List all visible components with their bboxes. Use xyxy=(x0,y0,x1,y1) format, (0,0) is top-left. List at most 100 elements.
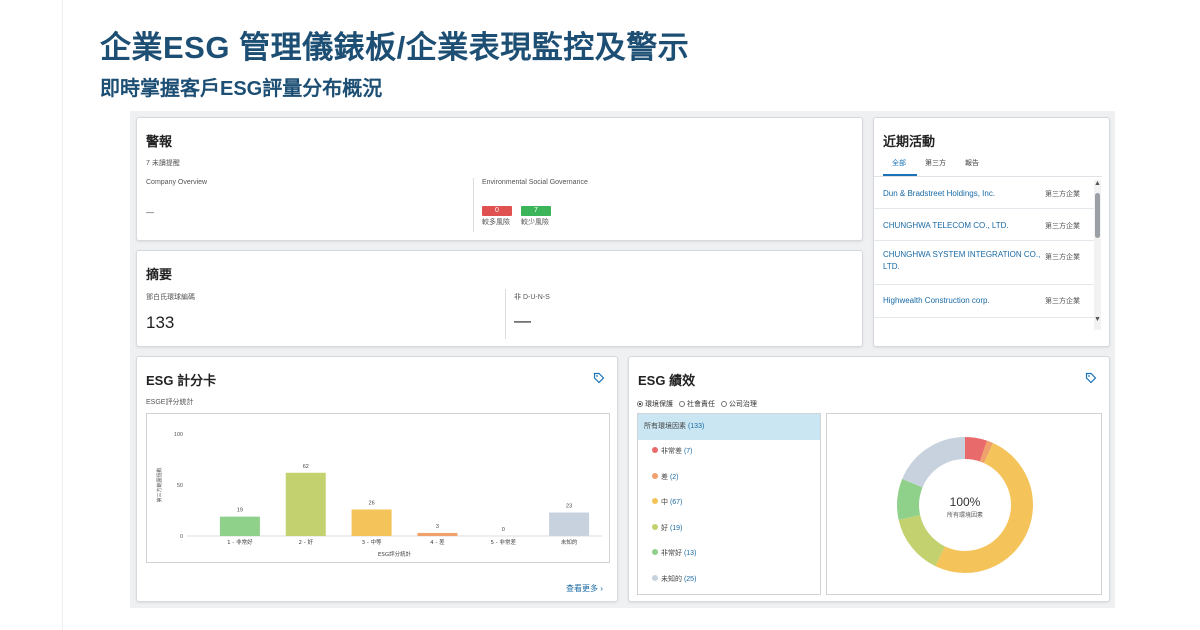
company-overview-label: Company Overview xyxy=(146,179,208,186)
radio-label: 社會責任 xyxy=(686,401,715,408)
bar-value-label: 26 xyxy=(369,500,375,506)
activity-company-name[interactable]: CHUNGHWA TELECOM CO., LTD. xyxy=(883,220,1043,232)
legend-item[interactable]: 好 (19) xyxy=(638,519,820,539)
x-tick-label: 2 - 好 xyxy=(299,538,314,546)
alerts-divider xyxy=(473,178,474,232)
legend-count: (25) xyxy=(683,576,697,583)
bar[interactable] xyxy=(417,532,458,536)
bar[interactable] xyxy=(351,509,392,536)
radio-environment[interactable]: 環境保護 xyxy=(637,401,673,408)
legend-count: (13) xyxy=(683,550,697,557)
activity-row[interactable]: CHUNGHWA TELECOM CO., LTD. 第三方企業 xyxy=(874,209,1094,241)
legend-item[interactable]: 中 (67) xyxy=(638,493,820,513)
radio-label: 公司治理 xyxy=(728,401,757,408)
legend-dot xyxy=(652,575,658,581)
legend-dot xyxy=(652,447,658,453)
tag-icon[interactable] xyxy=(593,372,605,384)
legend-dot xyxy=(652,498,658,504)
donut-center-label: 所有環境因素 xyxy=(947,511,983,519)
activity-type: 第三方企業 xyxy=(1045,223,1080,230)
bar[interactable] xyxy=(285,472,326,536)
esg-performance-card: ESG 績效 環境保護 社會責任 公司治理 所有環境因素 (133) 非常差 (… xyxy=(628,356,1110,602)
legend-count: (133) xyxy=(687,423,705,430)
scorecard-subtitle: ESGE評分統計 xyxy=(146,399,194,406)
unread-alerts[interactable]: 7 未讀提醒 xyxy=(146,158,180,168)
y-tick-label: 100 xyxy=(174,432,183,438)
donut-chart-frame: 100% 所有環境因素 xyxy=(826,413,1102,595)
company-overview-value: — xyxy=(146,208,154,217)
activity-row[interactable]: Highwealth Construction corp. 第三方企業 xyxy=(874,285,1094,318)
bar[interactable] xyxy=(219,516,260,536)
tab-reports[interactable]: 報告 xyxy=(965,158,979,168)
x-tick-label: 1 - 非常好 xyxy=(227,538,253,546)
bar-value-label: 0 xyxy=(502,527,505,533)
legend-label: 未知的 xyxy=(661,576,682,583)
activity-company-name[interactable]: Dun & Bradstreet Holdings, Inc. xyxy=(883,188,1043,200)
activity-type: 第三方企業 xyxy=(1045,298,1080,305)
tab-third-party[interactable]: 第三方 xyxy=(925,158,946,168)
bar-value-label: 19 xyxy=(237,508,243,514)
bar[interactable] xyxy=(549,512,590,536)
x-tick-label: 3 - 中等 xyxy=(362,538,382,546)
alerts-title: 警報 xyxy=(146,134,173,149)
activity-scroll-thumb[interactable] xyxy=(1095,193,1100,238)
tab-all[interactable]: 全部 xyxy=(892,158,906,168)
duns-count: 133 xyxy=(146,313,175,332)
esg-score-bar-chart: 0 50 100 第三方範圍個數 19 1 - 非常好 62 2 - 好 26 3 - 中等 3 4 … xyxy=(156,432,602,558)
radio-unselected-icon xyxy=(678,401,685,407)
legend-item[interactable]: 非常差 (7) xyxy=(638,442,820,462)
legend-label: 差 xyxy=(661,474,668,481)
scroll-up-icon[interactable]: ▲ xyxy=(1094,180,1101,187)
x-axis-label: ESG評分統計 xyxy=(378,550,412,558)
legend-label: 非常差 xyxy=(661,448,682,455)
scroll-down-icon[interactable]: ▼ xyxy=(1094,316,1101,323)
esg-performance-donut-chart: 100% 所有環境因素 xyxy=(897,437,1033,573)
legend-item[interactable]: 未知的 (25) xyxy=(638,570,820,590)
activity-title: 近期活動 xyxy=(883,134,936,149)
activity-row[interactable]: CHUNGHWA SYSTEM INTEGRATION CO., LTD. 第三… xyxy=(874,241,1094,285)
legend-count: (7) xyxy=(683,448,693,455)
legend-label: 中 xyxy=(661,499,668,506)
page-title: 企業ESG 管理儀錶板/企業表現監控及警示 xyxy=(100,30,690,65)
activity-company-name[interactable]: CHUNGHWA SYSTEM INTEGRATION CO., LTD. xyxy=(883,249,1043,273)
activity-type: 第三方企業 xyxy=(1045,254,1080,261)
radio-governance[interactable]: 公司治理 xyxy=(720,401,757,408)
summary-divider xyxy=(505,289,506,339)
esg-scorecard-card: ESG 計分卡 ESGE評分統計 0 50 100 第三方範圍個數 19 1 - 非常好 6… xyxy=(136,356,618,602)
esg-label: Environmental Social Governance xyxy=(482,179,588,186)
legend-dot xyxy=(652,524,658,530)
activity-row[interactable]: Dun & Bradstreet Holdings, Inc. 第三方企業 xyxy=(874,177,1094,209)
legend-count: (67) xyxy=(669,499,683,506)
radio-social[interactable]: 社會責任 xyxy=(678,401,715,408)
page-subtitle: 即時掌握客戶ESG評量分布概況 xyxy=(100,78,383,100)
activity-company-name[interactable]: Highwealth Construction corp. xyxy=(883,295,1043,307)
x-tick-label: 4 - 差 xyxy=(430,538,445,546)
scorecard-chart-frame: 0 50 100 第三方範圍個數 19 1 - 非常好 62 2 - 好 26 3 - 中等 3 4 … xyxy=(146,413,610,563)
duns-label: 鄧白氏環球編碼 xyxy=(146,294,195,301)
dashboard-screenshot: 警報 7 未讀提醒 Company Overview — Environment… xyxy=(130,111,1115,608)
legend-item-all[interactable]: 所有環境因素 (133) xyxy=(638,414,820,440)
legend-item[interactable]: 非常好 (13) xyxy=(638,544,820,564)
tag-icon[interactable] xyxy=(1085,372,1097,384)
bar-value-label: 23 xyxy=(566,504,572,510)
summary-title: 摘要 xyxy=(146,267,173,282)
less-risk-badge[interactable]: 7 xyxy=(521,206,551,216)
performance-title: ESG 績效 xyxy=(638,373,696,388)
radio-unselected-icon xyxy=(720,401,727,407)
see-more-link[interactable]: 查看更多 › xyxy=(566,583,603,594)
performance-legend-list: 所有環境因素 (133) 非常差 (7) 差 (2) 中 (67) 好 (19)… xyxy=(637,413,821,595)
esg-dimension-radios: 環境保護 社會責任 公司治理 xyxy=(637,399,757,409)
page: 企業ESG 管理儀錶板/企業表現監控及警示 即時掌握客戶ESG評量分布概況 警報… xyxy=(0,0,1200,630)
more-risk-badge[interactable]: 0 xyxy=(482,206,512,216)
left-rule xyxy=(62,0,63,630)
y-tick-label: 50 xyxy=(177,483,183,489)
y-tick-label: 0 xyxy=(180,534,183,540)
activity-type: 第三方企業 xyxy=(1045,191,1080,198)
bar-value-label: 62 xyxy=(303,464,309,470)
radio-label: 環境保護 xyxy=(645,401,673,408)
non-duns-label: 非 D-U-N-S xyxy=(514,294,550,301)
y-axis-label: 第三方範圍個數 xyxy=(156,467,163,502)
bar-value-label: 3 xyxy=(436,524,439,530)
legend-item[interactable]: 差 (2) xyxy=(638,468,820,488)
legend-label: 所有環境因素 xyxy=(644,423,686,430)
